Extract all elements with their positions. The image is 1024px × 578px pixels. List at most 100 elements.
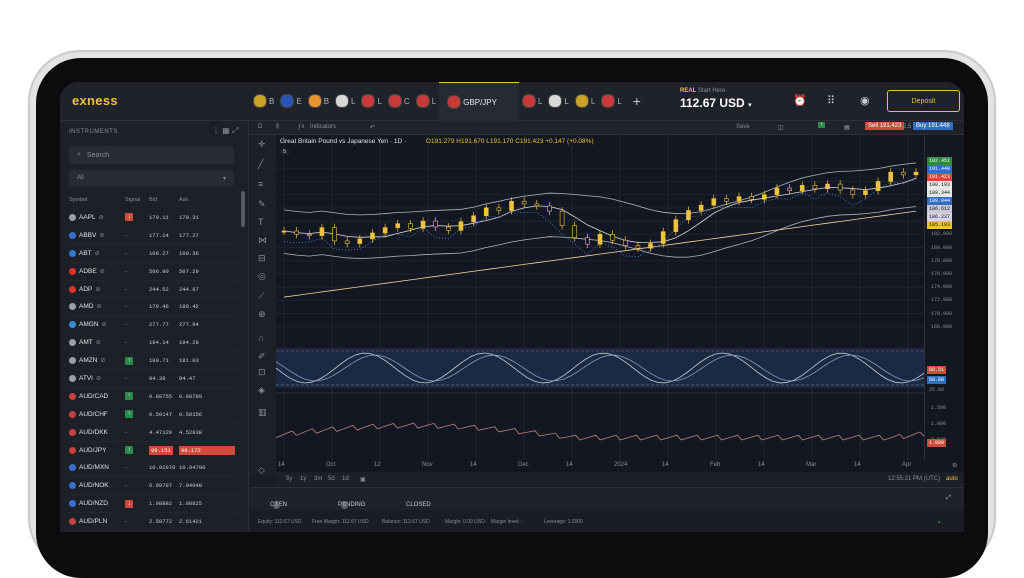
candle-body bbox=[749, 196, 754, 200]
instrument-row[interactable]: AMD ⊘ -179.46 180.42 bbox=[69, 298, 239, 317]
horizontal-lines-icon[interactable]: ≡ bbox=[258, 179, 263, 189]
sidebar-options-icon[interactable]: ⋮ ▦ ⤢ bbox=[212, 126, 238, 136]
crosshair-icon[interactable]: ✛ bbox=[258, 139, 266, 150]
instrument-row[interactable]: AAPL ⊘ ↓ 170.11 170.31 bbox=[69, 209, 239, 227]
instrument-row[interactable]: AUD/DKK - 4.47120 4.52838 bbox=[69, 424, 239, 442]
candle-body bbox=[395, 223, 401, 228]
shapes-icon[interactable]: ◎ bbox=[258, 271, 266, 282]
instrument-row[interactable]: AUD/JPY ↑ 99.151 99.172 bbox=[69, 442, 239, 460]
instrument-row[interactable]: AMZN ⊘ ↑ 180.71 181.03 bbox=[69, 352, 239, 371]
candle-type-icon[interactable]: ⫼ bbox=[276, 124, 279, 131]
drawing-tools: ✛ ╱ ≡ ✎ T ⋈ ⊟ ◎ ⟋ ⊕ ∩ ✐ ⊡ ◈ ▥ ◇ bbox=[250, 135, 277, 475]
tab-5[interactable]: C bbox=[385, 82, 413, 120]
alarm-icon[interactable]: ⏰ bbox=[793, 94, 807, 107]
layers-icon[interactable]: ◈ bbox=[258, 385, 265, 396]
tab-8[interactable]: L bbox=[519, 82, 545, 120]
filter-select[interactable]: All ▾ bbox=[69, 170, 234, 186]
instrument-row[interactable]: AUD/CHF ↑ 0.59147 0.59156 bbox=[69, 406, 239, 424]
lock-icon[interactable]: ⊡ bbox=[258, 367, 266, 378]
apps-grid-icon[interactable]: ⠿ bbox=[827, 94, 835, 107]
timeframe-5d[interactable]: 5d bbox=[328, 476, 335, 482]
timeframe-1y[interactable]: 1y bbox=[300, 476, 306, 482]
instrument-row[interactable]: ADP ⊘ -244.52 244.67 bbox=[69, 281, 239, 299]
gear-icon[interactable]: ⚙ bbox=[952, 462, 957, 469]
pattern-icon[interactable]: ⋈ bbox=[258, 235, 267, 246]
timeframe-3m[interactable]: 3m bbox=[314, 476, 322, 482]
chart-grid-icon[interactable]: ▦ bbox=[844, 124, 850, 131]
bid-price: 170.11 bbox=[149, 213, 169, 221]
favorites-icon[interactable]: ◇ bbox=[258, 465, 265, 476]
price-axis[interactable]: 192.000190.000188.000186.000184.000182.0… bbox=[924, 135, 964, 460]
header-bid: Bid bbox=[149, 197, 157, 203]
timeframe-1d[interactable]: 1d bbox=[342, 476, 349, 482]
instrument-row[interactable]: AUD/NOK - 6.99797 7.04048 bbox=[69, 477, 239, 496]
pencil-icon[interactable]: ✐ bbox=[258, 351, 266, 362]
zoom-in-icon[interactable]: ⊕ bbox=[258, 309, 266, 320]
instrument-row[interactable]: ABT ⊘ -109.27 109.36 bbox=[69, 245, 239, 263]
instrument-logo-icon bbox=[69, 339, 76, 347]
trash-icon[interactable]: ▥ bbox=[258, 407, 267, 418]
candle-body bbox=[660, 231, 666, 244]
measure-icon[interactable]: ⊟ bbox=[258, 253, 266, 264]
instrument-row[interactable]: AUD/SEK-6.882186.93519 bbox=[69, 531, 239, 532]
tab-3[interactable]: L bbox=[332, 82, 358, 120]
undo-icon[interactable]: ↶ bbox=[370, 124, 375, 131]
time-axis[interactable]: 14 Oct 12 Nov 14 Dec 14 2024 14 Feb 14 Mar 14 Apr ⚙ bbox=[276, 460, 964, 472]
tab-11[interactable]: L bbox=[598, 82, 624, 120]
timeframe-button[interactable]: D bbox=[258, 124, 262, 130]
price-chart[interactable]: Great Britain Pound vs Japanese Yen · 1D… bbox=[275, 135, 925, 460]
indicators-button[interactable]: Indicators bbox=[310, 124, 336, 130]
tab-9[interactable]: L bbox=[545, 82, 571, 120]
instrument-symbol-cell: AMGN ⊘ bbox=[69, 321, 125, 329]
tab-1[interactable]: E bbox=[277, 82, 304, 120]
instrument-row[interactable]: AUD/NZD ↓ 1.08882 1.08825 bbox=[69, 495, 239, 514]
tab-10[interactable]: L bbox=[572, 82, 598, 120]
sidebar-scrollbar[interactable] bbox=[241, 191, 245, 227]
indicators-icon: ƒx bbox=[298, 124, 305, 130]
search-input[interactable]: ⌕ Search bbox=[69, 146, 234, 164]
instrument-row[interactable]: AMT ⊘ -194.14 194.28 bbox=[69, 334, 239, 353]
instrument-symbol-cell: AAPL ⊘ bbox=[69, 213, 125, 221]
calendar-icon[interactable]: ▣ bbox=[360, 476, 366, 483]
candle-body bbox=[471, 215, 476, 223]
candle-body bbox=[850, 189, 856, 195]
ask-price: 177.27 bbox=[179, 231, 199, 239]
price-tag: 190.193 bbox=[927, 181, 953, 189]
ruler-icon[interactable]: ⟋ bbox=[258, 291, 264, 302]
instrument-logo-icon bbox=[69, 428, 76, 436]
sell-button[interactable]: Sell 191.423 bbox=[865, 122, 905, 130]
tab-7[interactable]: GBP/JPY bbox=[439, 82, 519, 121]
brush-icon[interactable]: ✎ bbox=[258, 199, 266, 210]
buy-button[interactable]: Buy 191.448 bbox=[913, 122, 953, 130]
instrument-row[interactable]: AUD/PLN - 2.58772 2.61421 bbox=[69, 513, 239, 532]
instrument-row[interactable]: AUD/MXN - 10.92970 10.94700 bbox=[69, 459, 239, 478]
signal-none: - bbox=[125, 286, 127, 293]
trade-up-icon[interactable]: ↑ bbox=[818, 122, 825, 128]
save-button[interactable]: Save bbox=[736, 124, 750, 130]
trendline-icon[interactable]: ╱ bbox=[258, 159, 263, 170]
add-tab-icon[interactable]: + bbox=[625, 93, 649, 109]
tab-0[interactable]: B bbox=[250, 82, 277, 120]
instrument-logo-icon bbox=[69, 410, 76, 418]
tab-label: L bbox=[351, 96, 356, 106]
signal-cell: - bbox=[125, 232, 149, 239]
instrument-row[interactable]: AMGN ⊘ -277.77 277.94 bbox=[69, 316, 239, 335]
tab-4[interactable]: L bbox=[358, 82, 384, 120]
magnet-icon[interactable]: ∩ bbox=[258, 333, 264, 343]
expand-icon[interactable]: ⤢ bbox=[946, 495, 951, 502]
camera-icon[interactable]: ◫ bbox=[778, 124, 784, 131]
timeframe-5y[interactable]: 5y bbox=[286, 476, 292, 482]
account-summary[interactable]: REAL Start Here 112.67 USD ▾ bbox=[680, 88, 752, 110]
tab-2[interactable]: B bbox=[305, 82, 332, 120]
tab-6[interactable]: L bbox=[413, 82, 439, 120]
text-icon[interactable]: T bbox=[258, 217, 264, 227]
auto-scale-toggle[interactable]: auto bbox=[946, 476, 958, 482]
instrument-row[interactable]: ABBV ⊘ -177.14 177.27 bbox=[69, 227, 239, 245]
instrument-row[interactable]: ADBE ⊘ -506.90 507.29 bbox=[69, 263, 239, 281]
instrument-row[interactable]: AUD/CAD ↑ 0.88755 0.88780 bbox=[69, 388, 239, 406]
profile-icon[interactable]: ◉ bbox=[860, 94, 870, 107]
chart-canvas[interactable] bbox=[275, 135, 925, 460]
deposit-button[interactable]: Deposit bbox=[887, 90, 960, 112]
chart-toolbar: D ⫼ ƒx Indicators ↶ Save ◫ ↑ ▦ Sell 191.… bbox=[250, 121, 964, 135]
instrument-row[interactable]: ATVI ⊘ -94.38 94.47 bbox=[69, 370, 239, 388]
